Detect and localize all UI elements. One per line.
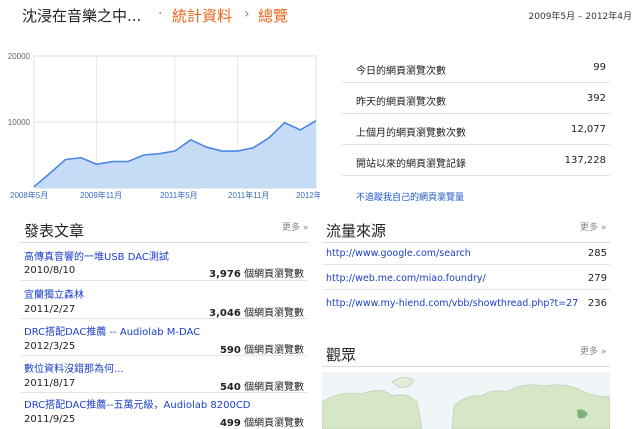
post-pageviews: 499 個網頁瀏覽數 bbox=[220, 414, 304, 429]
post-title-link[interactable]: DRC搭配DAC推薦 -- Audiolab M-DAC bbox=[24, 323, 200, 338]
source-url-link[interactable]: http://web.me.com/miao.foundry/ bbox=[326, 273, 486, 284]
post-count-unit: 個網頁瀏覽數 bbox=[244, 418, 304, 429]
breadcrumb-separator: › bbox=[244, 6, 250, 22]
stat-value: 137,228 bbox=[564, 155, 606, 166]
post-title-link[interactable]: 數位資料沒錯那為何... bbox=[24, 360, 124, 375]
divider bbox=[20, 242, 308, 243]
stat-label: 開站以來的網頁瀏覽記錄 bbox=[356, 159, 466, 170]
page-header: 沈浸在音樂之中... · 統計資料 › 總覽 2009年5月 – 2012年4月 bbox=[0, 0, 640, 32]
stat-row-last-month: 上個月的網頁瀏覽數次數 12,077 bbox=[342, 114, 610, 145]
row-divider bbox=[20, 355, 308, 356]
stat-row-today: 今日的網頁瀏覽次數 99 bbox=[342, 52, 610, 83]
post-title-link[interactable]: 宜蘭獨立森林 bbox=[24, 286, 84, 301]
blog-title[interactable]: 沈浸在音樂之中... bbox=[22, 5, 141, 26]
row-divider bbox=[20, 280, 308, 281]
post-pageviews: 540 個網頁瀏覽數 bbox=[220, 378, 304, 393]
chart-x-tick-label: 2012年4月 bbox=[296, 190, 320, 200]
breadcrumb-overview: 總覽 bbox=[258, 7, 289, 25]
row-divider bbox=[20, 392, 308, 393]
divider bbox=[322, 366, 610, 367]
stats-summary: 今日的網頁瀏覽次數 99 昨天的網頁瀏覽次數 392 上個月的網頁瀏覽數次數 1… bbox=[342, 52, 610, 176]
post-date: 2010/8/10 bbox=[24, 265, 76, 276]
chart-x-tick-label: 2008年5月 bbox=[10, 190, 48, 200]
source-count: 236 bbox=[587, 298, 607, 309]
source-url-link[interactable]: http://www.my-hiend.com/vbb/showthread.p… bbox=[326, 298, 578, 309]
stat-label: 上個月的網頁瀏覽數次數 bbox=[356, 128, 466, 139]
source-url-link[interactable]: http://www.google.com/search bbox=[326, 248, 471, 259]
pageviews-chart: 20000 10000 2008年5月 2009年11月 2011年5月 2011年11月… bbox=[8, 52, 320, 200]
post-date: 2011/9/25 bbox=[24, 414, 76, 425]
stat-row-all-time: 開站以來的網頁瀏覽記錄 137,228 bbox=[342, 145, 610, 176]
post-title-link[interactable]: DRC搭配DAC推薦--五萬元級，Audiolab 8200CD bbox=[24, 396, 251, 411]
post-date: 2012/3/25 bbox=[24, 341, 76, 352]
posts-panel-title: 發表文章 bbox=[24, 222, 85, 240]
post-pageviews: 590 個網頁瀏覽數 bbox=[220, 341, 304, 356]
chart-y-tick-label: 10000 bbox=[8, 118, 31, 127]
post-count-value: 499 bbox=[219, 418, 241, 429]
stat-value: 12,077 bbox=[571, 124, 606, 135]
audience-more-link[interactable]: 更多 » bbox=[580, 344, 606, 357]
post-date: 2011/2/27 bbox=[24, 304, 76, 315]
post-pageviews: 3,046 個網頁瀏覽數 bbox=[209, 304, 304, 319]
post-date: 2011/8/17 bbox=[24, 378, 76, 389]
chart-x-tick-label: 2011年5月 bbox=[160, 190, 198, 200]
breadcrumb-stats[interactable]: 統計資料 bbox=[172, 5, 232, 26]
row-divider bbox=[322, 264, 610, 265]
post-title-link[interactable]: 高傳真音響的一堆USB DAC測試 bbox=[24, 248, 169, 263]
breadcrumb-separator: · bbox=[158, 6, 163, 22]
stat-label: 今日的網頁瀏覽次數 bbox=[356, 66, 446, 77]
chart-y-tick-label: 20000 bbox=[8, 52, 31, 61]
sources-panel-title: 流量來源 bbox=[326, 222, 387, 240]
divider bbox=[322, 242, 610, 243]
stat-value: 99 bbox=[593, 62, 606, 73]
row-divider bbox=[20, 318, 308, 319]
audience-panel-title: 觀眾 bbox=[326, 346, 357, 364]
chart-x-tick-label: 2009年11月 bbox=[80, 190, 122, 200]
post-count-value: 3,976 bbox=[209, 269, 241, 280]
map-landmass-americas bbox=[322, 390, 423, 429]
source-count: 279 bbox=[587, 273, 607, 284]
source-count: 285 bbox=[587, 248, 607, 259]
stat-value: 392 bbox=[586, 93, 606, 104]
row-divider bbox=[322, 289, 610, 290]
untrack-pageviews-link[interactable]: 不追蹤我自己的網頁瀏覽量 bbox=[356, 190, 464, 203]
date-range-selector[interactable]: 2009年5月 – 2012年4月 bbox=[529, 9, 632, 22]
stat-row-yesterday: 昨天的網頁瀏覽次數 392 bbox=[342, 83, 610, 114]
audience-world-map bbox=[322, 372, 610, 429]
post-pageviews: 3,976 個網頁瀏覽數 bbox=[209, 265, 304, 280]
post-count-unit: 個網頁瀏覽數 bbox=[244, 269, 304, 280]
stat-label: 昨天的網頁瀏覽次數 bbox=[356, 97, 446, 108]
sources-more-link[interactable]: 更多 » bbox=[580, 220, 606, 233]
posts-more-link[interactable]: 更多 » bbox=[282, 220, 308, 233]
chart-x-tick-label: 2011年11月 bbox=[228, 190, 270, 200]
